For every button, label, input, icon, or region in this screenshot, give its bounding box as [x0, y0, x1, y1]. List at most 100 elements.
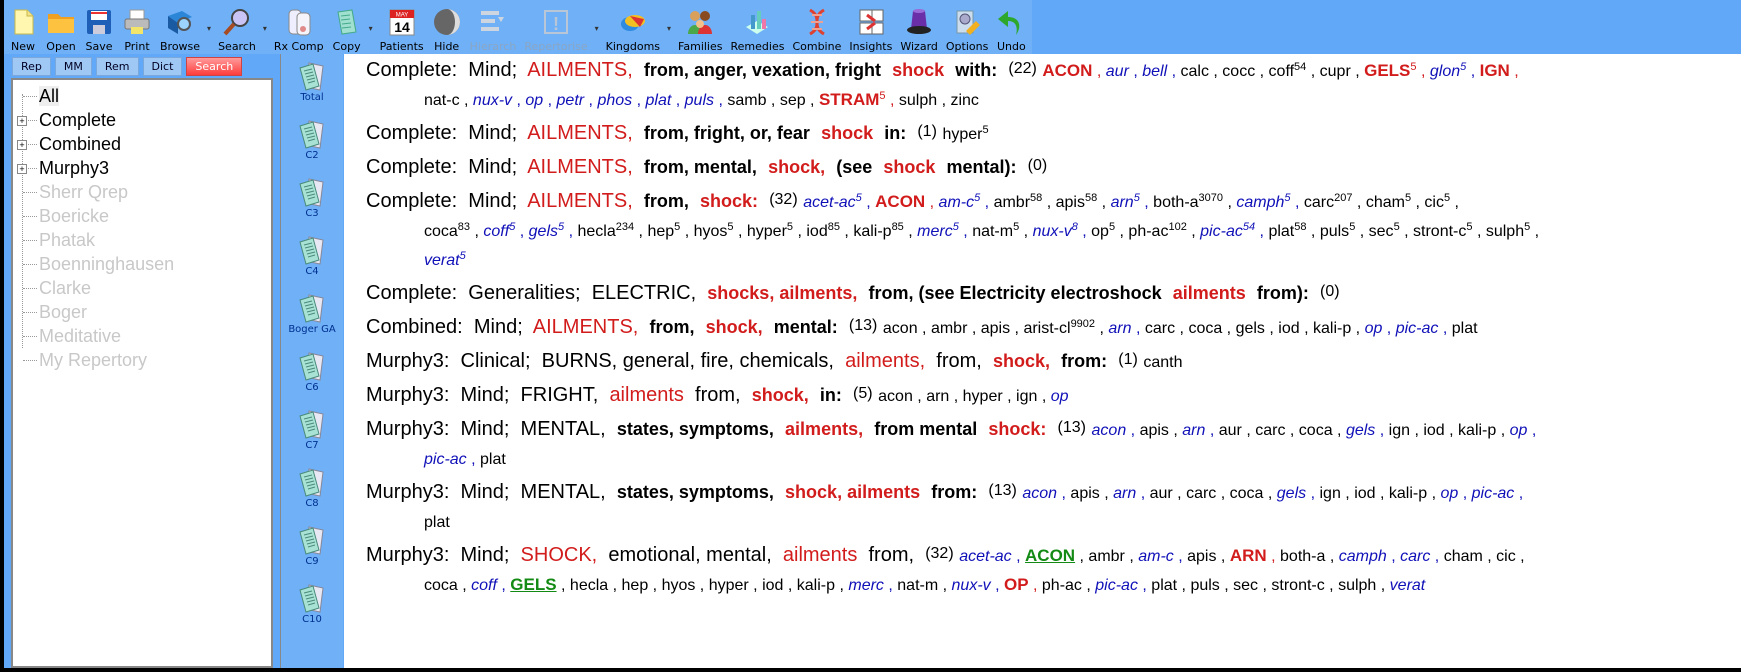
rubric-bold-text[interactable]: states, symptoms,	[617, 482, 774, 502]
clipboard-c6[interactable]: C6	[281, 344, 343, 402]
remedy-name[interactable]: camph	[1339, 548, 1387, 565]
remedy-name[interactable]: hep	[622, 577, 649, 594]
remedy-name[interactable]: ambr	[931, 320, 967, 337]
remedy-name[interactable]: puls	[1320, 223, 1349, 240]
remedy-name[interactable]: kali-p	[797, 577, 835, 594]
remedy-link[interactable]: sulph	[1338, 577, 1376, 594]
rubric-hl-text[interactable]: ailments,	[845, 350, 925, 372]
remedy-link[interactable]: iod	[762, 577, 783, 594]
remedy-name[interactable]: acon	[1022, 485, 1057, 502]
tree-item-murphy3[interactable]: + Murphy3	[13, 156, 271, 180]
rubric-chap-text[interactable]: Mind;	[461, 481, 510, 503]
remedy-link[interactable]: gels	[1236, 320, 1265, 337]
clipboard-c4[interactable]: C4	[281, 228, 343, 286]
remedy-link[interactable]: plat	[480, 451, 506, 468]
remedy-name[interactable]: ACON	[875, 192, 925, 211]
remedy-link[interactable]: op	[1051, 388, 1069, 405]
rubric-bold-text[interactable]: from:	[1061, 351, 1107, 371]
rubric-chap-text[interactable]: Mind;	[461, 544, 510, 566]
rubric-hlb-text[interactable]: shock	[883, 157, 935, 177]
expand-plus-icon[interactable]: +	[17, 164, 27, 174]
remedy-name[interactable]: aur	[1150, 485, 1173, 502]
remedy-link[interactable]: arn	[1113, 485, 1136, 502]
remedy-link[interactable]: coca	[1299, 422, 1333, 439]
remedy-name[interactable]: both-a	[1280, 548, 1325, 565]
remedy-name[interactable]: hyos	[694, 223, 728, 240]
remedy-name[interactable]: merc	[917, 223, 953, 240]
remedy-link[interactable]: nat-m	[897, 577, 938, 594]
remedy-name[interactable]: phos	[597, 92, 632, 109]
rubric-chap-text[interactable]: Mind;	[468, 190, 517, 212]
remedy-link[interactable]: carc	[1145, 320, 1175, 337]
remedy-link[interactable]: STRAM5	[819, 90, 886, 109]
tab-rep[interactable]: Rep	[12, 57, 51, 76]
remedy-name[interactable]: coca	[1299, 422, 1333, 439]
remedy-link[interactable]: cham5	[1366, 192, 1411, 211]
remedy-name[interactable]: ambr	[994, 194, 1030, 211]
remedy-name[interactable]: petr	[557, 92, 585, 109]
remedy-name[interactable]: sec	[1369, 223, 1394, 240]
remedy-name[interactable]: am-c	[1138, 548, 1174, 565]
remedy-name[interactable]: pic-ac	[1472, 485, 1515, 502]
rubric-hl-text[interactable]: ailments	[609, 384, 683, 406]
toolbar-button-insights[interactable]: Insights	[845, 2, 896, 54]
remedy-name[interactable]: nux-v	[952, 577, 991, 594]
tree-item-all[interactable]: All	[13, 84, 271, 108]
remedy-link[interactable]: verat	[1390, 577, 1426, 594]
remedy-link[interactable]: coff54	[1269, 61, 1307, 80]
remedy-link[interactable]: coff5	[483, 221, 515, 240]
rubric-hlb-text[interactable]: ailments,	[785, 419, 863, 439]
rubric-plain-text[interactable]: emotional, mental,	[608, 544, 771, 566]
remedy-link[interactable]: ARN	[1230, 546, 1267, 565]
remedy-link[interactable]: gels	[1277, 485, 1306, 502]
remedy-name[interactable]: canth	[1143, 354, 1182, 371]
remedy-name[interactable]: sep	[780, 92, 806, 109]
remedy-name[interactable]: carc	[1186, 485, 1216, 502]
remedy-link[interactable]: sulph	[899, 92, 937, 109]
remedy-name[interactable]: hyper	[963, 388, 1003, 405]
toolbar-button-rx-comp[interactable]: Rx Comp	[270, 2, 328, 54]
remedy-name[interactable]: gels	[1346, 422, 1375, 439]
remedy-link[interactable]: op	[525, 92, 543, 109]
rubric-plain-text[interactable]: ELECTRIC,	[592, 282, 696, 304]
remedy-name[interactable]: op	[1091, 223, 1109, 240]
remedy-name[interactable]: gels	[529, 223, 558, 240]
remedy-link[interactable]: kali-p	[1389, 485, 1427, 502]
remedy-link[interactable]: nux-v8	[1033, 221, 1078, 240]
rubric-bold-text[interactable]: in:	[820, 385, 842, 405]
remedy-name[interactable]: cic	[1424, 194, 1444, 211]
remedy-name[interactable]: merc	[848, 577, 884, 594]
remedy-link[interactable]: iod	[1354, 485, 1375, 502]
remedy-link[interactable]: coca	[1230, 485, 1264, 502]
remedy-link[interactable]: IGN	[1480, 61, 1510, 80]
rubric-plain-text[interactable]: from,	[936, 350, 982, 372]
clipboard-c9[interactable]: C9	[281, 518, 343, 576]
rubric-bold-text[interactable]: from:	[931, 482, 977, 502]
remedy-link[interactable]: iod85	[806, 221, 840, 240]
clipboard-boger-ga[interactable]: Boger GA	[281, 286, 343, 344]
remedy-name[interactable]: hyper	[747, 223, 787, 240]
remedy-name[interactable]: kali-p	[853, 223, 891, 240]
remedy-name[interactable]: iod	[762, 577, 783, 594]
rubric-plain-text[interactable]: from,	[869, 544, 915, 566]
remedy-name[interactable]: aur	[1106, 63, 1129, 80]
remedy-name[interactable]: GELS	[1364, 61, 1410, 80]
tree-item-complete[interactable]: + Complete	[13, 108, 271, 132]
toolbar-button-open[interactable]: Open	[42, 2, 80, 54]
toolbar-button-hierarch[interactable]: Hierarch	[466, 2, 521, 54]
remedy-link[interactable]: carc	[1400, 548, 1430, 565]
remedy-name[interactable]: nat-m	[972, 223, 1013, 240]
chevron-down-icon[interactable]: ▾	[366, 2, 376, 54]
tree-item-phatak[interactable]: Phatak	[13, 228, 271, 252]
remedy-link[interactable]: camph5	[1236, 192, 1290, 211]
remedy-link[interactable]: pic-ac	[1472, 485, 1515, 502]
rubric-chap-text[interactable]: Mind;	[461, 418, 510, 440]
remedy-link[interactable]: plat	[1452, 320, 1478, 337]
rubric-chap-text[interactable]: Generalities;	[468, 282, 580, 304]
toolbar-button-remedies[interactable]: Remedies	[727, 2, 789, 54]
remedy-link[interactable]: coca	[1188, 320, 1222, 337]
remedy-link[interactable]: sec	[1233, 577, 1258, 594]
remedy-link[interactable]: arn	[926, 388, 949, 405]
remedy-link[interactable]: apis	[1187, 548, 1216, 565]
remedy-link[interactable]: coca	[424, 577, 458, 594]
